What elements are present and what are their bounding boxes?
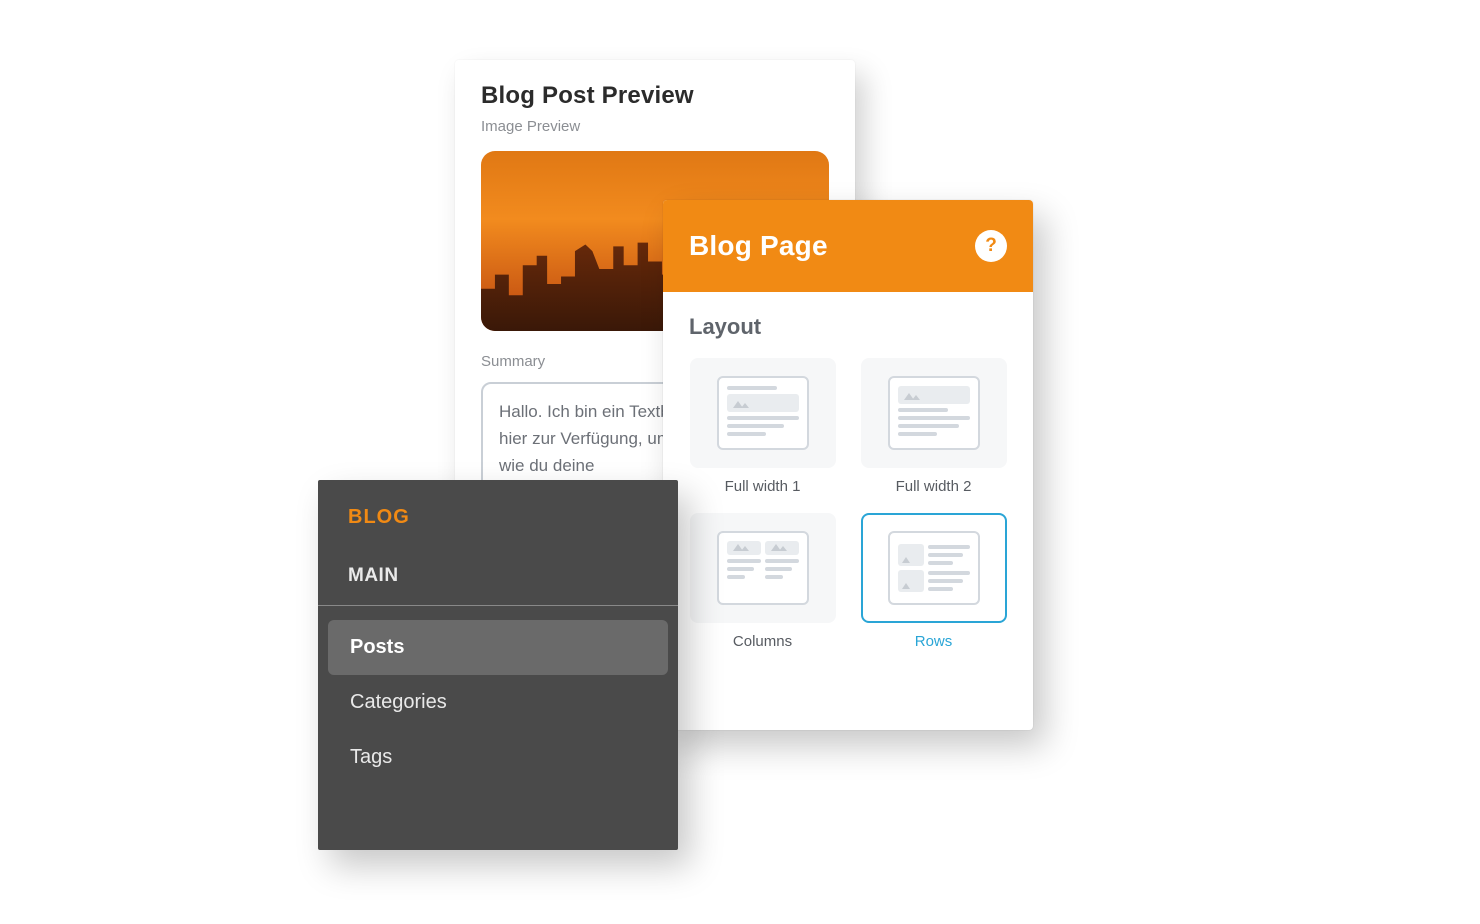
sidebar-section-main[interactable]: MAIN xyxy=(318,551,678,606)
layout-option-full2[interactable]: Full width 2 xyxy=(860,358,1007,495)
layout-icon xyxy=(690,358,836,468)
stage: Blog Post Preview Image Preview Summary … xyxy=(0,0,1480,924)
layout-option-rows[interactable]: Rows xyxy=(860,513,1007,650)
sidebar-item-tags[interactable]: Tags xyxy=(328,730,668,785)
sidebar-item-categories[interactable]: Categories xyxy=(328,675,668,730)
blog-page-header: Blog Page ? xyxy=(663,200,1033,292)
layout-section-title: Layout xyxy=(689,314,1007,340)
blog-page-title: Blog Page xyxy=(689,230,828,262)
layout-icon xyxy=(861,358,1007,468)
layout-option-columns[interactable]: Columns xyxy=(689,513,836,650)
blog-page-panel: Blog Page ? Layout Full width 1Full widt… xyxy=(663,200,1033,730)
layout-icon xyxy=(861,513,1007,623)
sidebar-item-posts[interactable]: Posts xyxy=(328,620,668,675)
blog-sidebar-panel: BLOG MAIN PostsCategoriesTags xyxy=(318,480,678,850)
blog-page-body: Layout Full width 1 Full width 2 Columns Ro… xyxy=(663,292,1033,672)
preview-title: Blog Post Preview xyxy=(481,82,829,110)
layout-grid: Full width 1 Full width 2 Columns Rows xyxy=(689,358,1007,650)
sidebar-items: PostsCategoriesTags xyxy=(318,606,678,785)
help-icon[interactable]: ? xyxy=(975,230,1007,262)
layout-icon xyxy=(690,513,836,623)
layout-option-label: Columns xyxy=(733,633,792,650)
sidebar-heading: BLOG xyxy=(318,506,678,551)
layout-option-label: Rows xyxy=(915,633,953,650)
layout-option-full1[interactable]: Full width 1 xyxy=(689,358,836,495)
layout-option-label: Full width 1 xyxy=(725,478,801,495)
layout-option-label: Full width 2 xyxy=(896,478,972,495)
image-preview-label: Image Preview xyxy=(481,118,829,135)
